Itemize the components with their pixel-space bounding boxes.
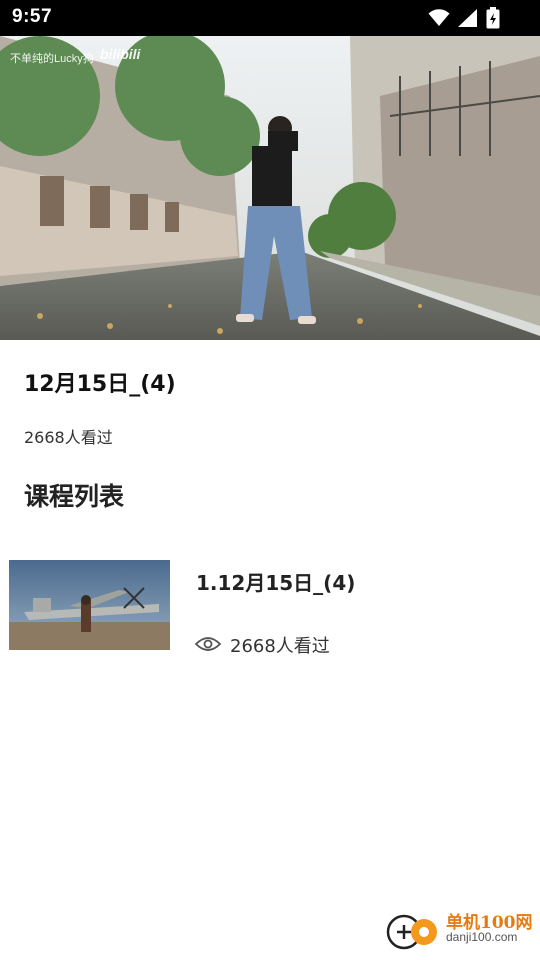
status-bar: 9:57: [0, 0, 540, 36]
status-time: 9:57: [12, 6, 53, 27]
lesson-list-item[interactable]: 1.12月15日_(4) 2668人看过: [0, 548, 540, 660]
status-icons: [428, 7, 500, 29]
course-view-count: 2668人看过: [24, 428, 113, 447]
bilibili-logo: bilibili: [100, 46, 141, 62]
video-player[interactable]: 不单纯的Lucky狗 bilibili: [0, 36, 540, 340]
wifi-icon: [428, 9, 450, 27]
danji-logo-icon: [386, 914, 437, 950]
video-frame: [0, 36, 540, 340]
battery-icon: [486, 7, 500, 29]
lesson-title: 1.12月15日_(4): [196, 571, 356, 595]
eye-icon: [194, 634, 222, 654]
site-watermark-badge: 单机100网 danji100.com: [384, 906, 534, 954]
lesson-view-count: 2668人看过: [230, 636, 330, 657]
cell-signal-icon: [458, 9, 478, 27]
badge-site-url: danji100.com: [446, 930, 518, 944]
video-watermark: 不单纯的Lucky狗: [10, 53, 94, 65]
course-title: 12月15日_(4): [24, 372, 176, 397]
lesson-list-heading: 课程列表: [24, 482, 125, 511]
lesson-thumbnail: [9, 560, 170, 650]
